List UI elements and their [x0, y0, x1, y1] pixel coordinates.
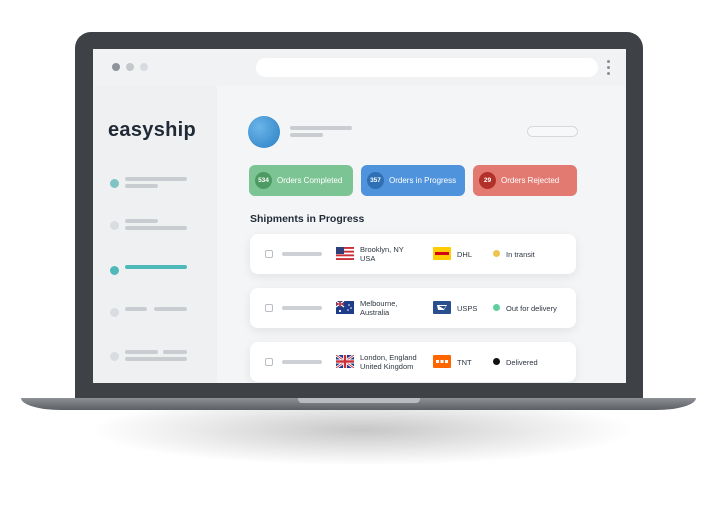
app-screen: easyship 534 Orders Completed 357 Orders… — [93, 49, 626, 383]
sidebar-item-4[interactable] — [110, 304, 205, 324]
us-flag-icon — [336, 247, 354, 260]
carrier-name: USPS — [457, 304, 478, 313]
orders-rejected-count: 29 — [479, 172, 496, 189]
nav-label-placeholder — [125, 350, 158, 354]
laptop-mockup: easyship 534 Orders Completed 357 Orders… — [0, 0, 727, 526]
destination: Brooklyn, NY USA — [360, 245, 420, 263]
sidebar-item-5[interactable] — [110, 348, 205, 368]
orders-in-progress-label: Orders in Progress — [389, 176, 457, 185]
destination-line2: United Kingdom — [360, 362, 414, 371]
status-dot-icon — [493, 304, 500, 311]
destination-line2: Australia — [360, 308, 390, 317]
destination-line1: Melbourne, — [360, 299, 398, 308]
window-close-dot[interactable] — [112, 63, 120, 71]
orders-in-progress-card[interactable]: 357 Orders in Progress — [361, 165, 465, 196]
window-maximize-dot[interactable] — [140, 63, 148, 71]
nav-dot-icon — [110, 179, 119, 188]
order-id-placeholder — [282, 306, 322, 310]
orders-completed-label: Orders Completed — [277, 176, 343, 185]
shipment-row[interactable]: Brooklyn, NY USA DHL In transit — [250, 234, 576, 274]
header-action-button[interactable] — [527, 126, 578, 137]
destination: London, England United Kingdom — [360, 353, 420, 371]
user-name-placeholder — [290, 126, 352, 130]
shipment-status: Out for delivery — [506, 304, 557, 313]
status-dot-icon — [493, 250, 500, 257]
nav-label-placeholder — [125, 177, 187, 181]
shipment-status: In transit — [506, 250, 535, 259]
nav-label-placeholder — [163, 350, 187, 354]
easyship-logo: easyship — [108, 119, 197, 141]
sidebar: easyship — [93, 86, 217, 383]
avatar[interactable] — [248, 116, 280, 148]
tnt-logo-icon — [433, 355, 451, 368]
main-content: 534 Orders Completed 357 Orders in Progr… — [217, 86, 626, 383]
nav-label-placeholder — [125, 226, 187, 230]
au-flag-icon — [336, 301, 354, 314]
nav-label-placeholder — [125, 357, 187, 361]
orders-completed-count: 534 — [255, 172, 272, 189]
carrier-name: TNT — [457, 358, 472, 367]
row-checkbox[interactable] — [265, 358, 273, 366]
nav-label-placeholder — [125, 184, 158, 188]
orders-in-progress-count: 357 — [367, 172, 384, 189]
address-bar[interactable] — [256, 58, 598, 77]
order-id-placeholder — [282, 252, 322, 256]
orders-rejected-card[interactable]: 29 Orders Rejected — [473, 165, 577, 196]
more-options-icon[interactable] — [607, 60, 611, 76]
row-checkbox[interactable] — [265, 304, 273, 312]
user-detail-placeholder — [290, 133, 323, 137]
nav-label-placeholder — [125, 307, 147, 311]
nav-dot-icon — [110, 308, 119, 317]
carrier-name: DHL — [457, 250, 473, 259]
row-checkbox[interactable] — [265, 250, 273, 258]
shipment-row[interactable]: Melbourne, Australia USPS Out for delive… — [250, 288, 576, 328]
orders-completed-card[interactable]: 534 Orders Completed — [249, 165, 353, 196]
destination-line2: USA — [360, 254, 376, 263]
section-title: Shipments in Progress — [250, 213, 365, 225]
usps-logo-icon — [433, 301, 451, 314]
order-id-placeholder — [282, 360, 322, 364]
sidebar-item-2[interactable] — [110, 217, 205, 237]
nav-dot-icon — [110, 266, 119, 275]
orders-rejected-label: Orders Rejected — [501, 176, 560, 185]
shipment-row[interactable]: London, England United Kingdom TNT Deliv… — [250, 342, 576, 382]
dhl-logo-icon — [433, 247, 451, 260]
nav-label-placeholder — [125, 219, 158, 223]
window-minimize-dot[interactable] — [126, 63, 134, 71]
shipment-status: Delivered — [506, 358, 538, 367]
nav-dot-icon — [110, 352, 119, 361]
uk-flag-icon — [336, 355, 354, 368]
status-dot-icon — [493, 358, 500, 365]
destination-line1: Brooklyn, NY — [360, 245, 404, 254]
laptop-notch — [298, 398, 420, 403]
nav-label-placeholder — [125, 265, 187, 269]
sidebar-item-3-active[interactable] — [110, 262, 205, 282]
nav-dot-icon — [110, 221, 119, 230]
sidebar-item-1[interactable] — [110, 175, 205, 195]
destination-line1: London, England — [360, 353, 417, 362]
destination: Melbourne, Australia — [360, 299, 420, 317]
nav-label-placeholder — [154, 307, 187, 311]
browser-bar — [93, 49, 626, 86]
